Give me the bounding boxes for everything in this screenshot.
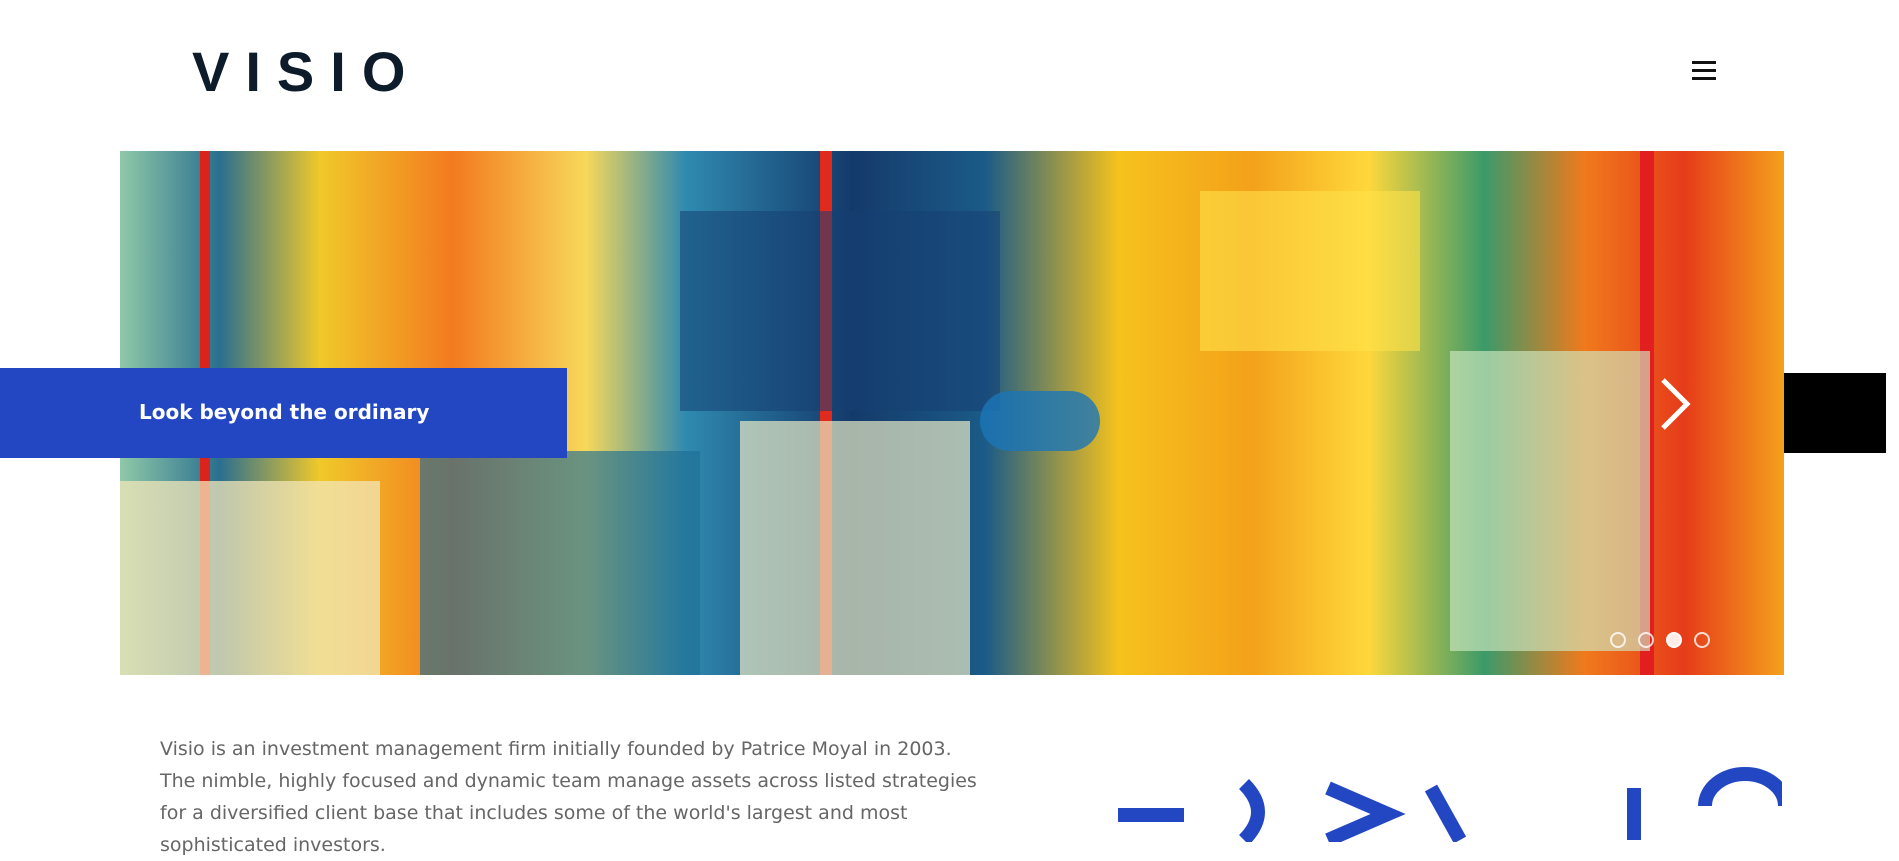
hero-caption-text: Look beyond the ordinary	[139, 400, 430, 424]
hero-caption: Look beyond the ordinary	[0, 368, 567, 458]
slider-dot[interactable]	[1638, 632, 1654, 648]
intro-paragraph: Visio is an investment management firm i…	[160, 738, 977, 856]
logo[interactable]: VISIO	[192, 40, 421, 104]
slider-dot-active[interactable]	[1666, 632, 1682, 648]
brand-mark-graphic	[1118, 767, 1782, 842]
side-black-block	[1784, 373, 1886, 453]
menu-line	[1692, 61, 1716, 64]
menu-line	[1692, 77, 1716, 80]
menu-line	[1692, 69, 1716, 72]
slider-dot[interactable]	[1694, 632, 1710, 648]
chevron-right-icon[interactable]	[1655, 376, 1695, 432]
slider-dot[interactable]	[1610, 632, 1626, 648]
hamburger-menu-icon[interactable]	[1690, 56, 1718, 84]
slider-dots	[1610, 632, 1710, 648]
